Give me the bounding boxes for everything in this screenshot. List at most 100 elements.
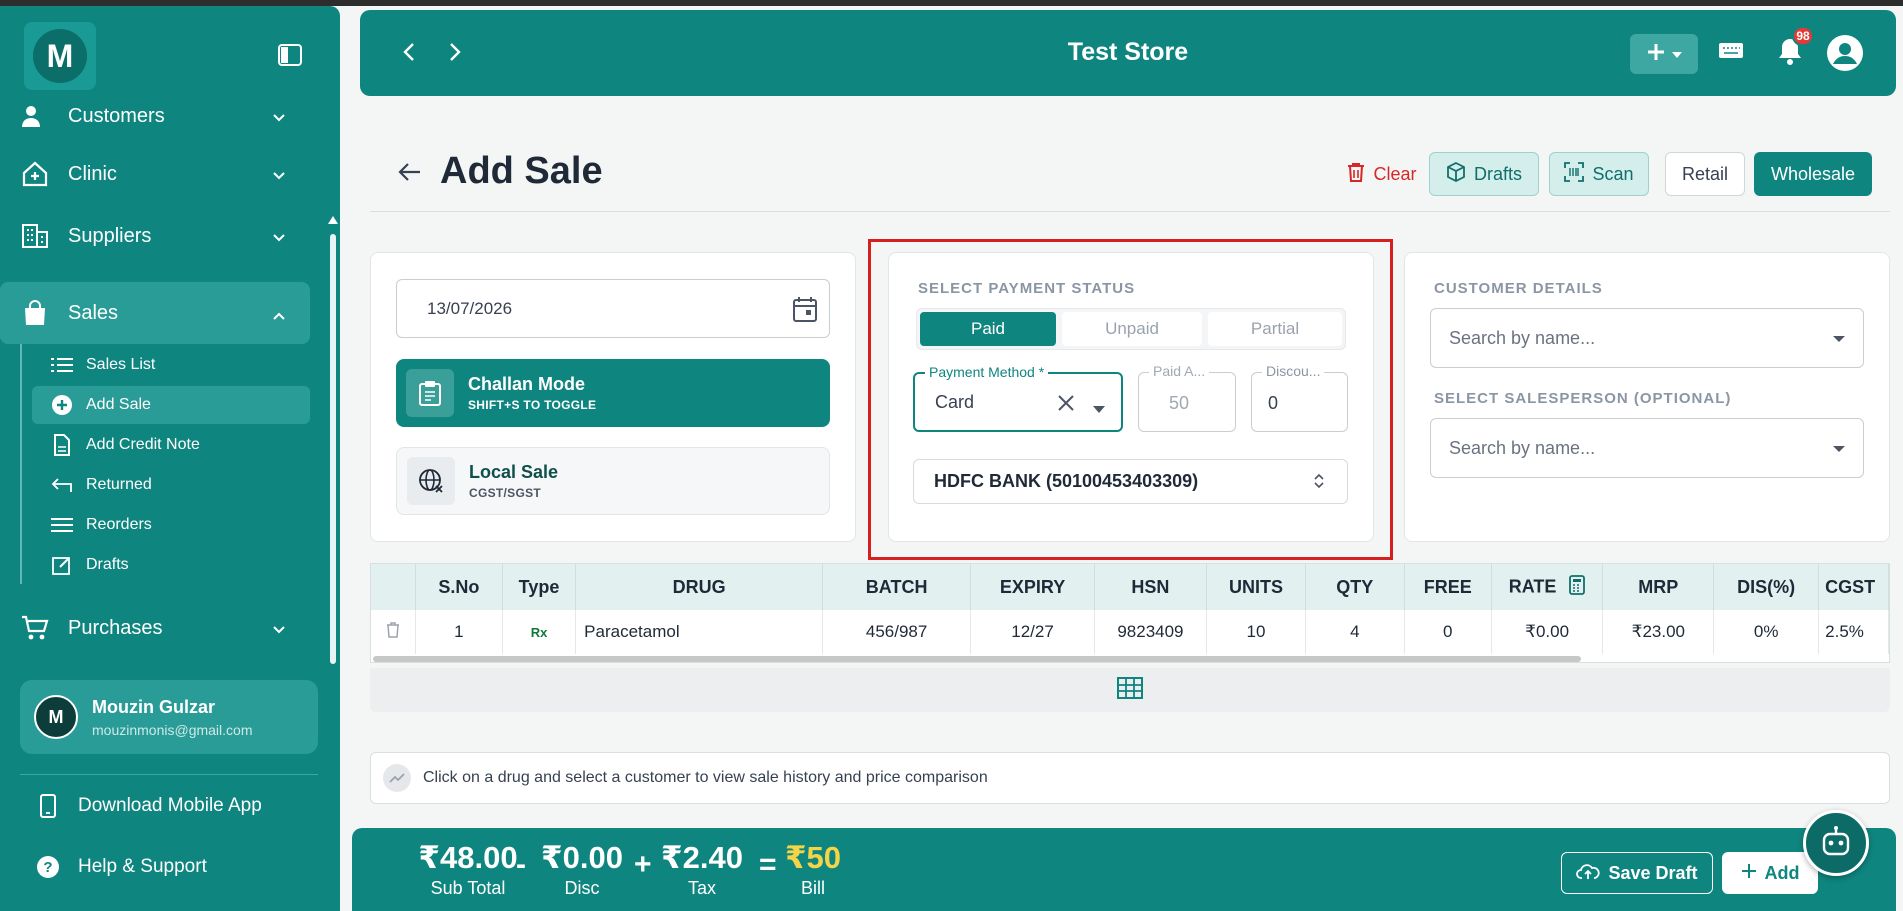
download-app-link[interactable]: Download Mobile App bbox=[36, 791, 262, 821]
cell-mrp[interactable]: ₹23.00 bbox=[1602, 610, 1715, 654]
notification-bell-icon[interactable]: 98 bbox=[1776, 26, 1814, 71]
status-partial-tab[interactable]: Partial bbox=[1208, 312, 1342, 346]
cell-drug[interactable]: Paracetamol bbox=[575, 610, 824, 654]
user-name: Mouzin Gulzar bbox=[92, 696, 215, 717]
logo-letter: M bbox=[33, 29, 87, 83]
save-draft-button[interactable]: Save Draft bbox=[1561, 852, 1713, 894]
cell-expiry[interactable]: 12/27 bbox=[970, 610, 1095, 654]
status-paid-tab[interactable]: Paid bbox=[920, 312, 1056, 346]
caret-down-icon[interactable] bbox=[1093, 400, 1105, 418]
sidebar-sub-returned[interactable]: Returned bbox=[32, 466, 310, 504]
date-value: 13/07/2026 bbox=[427, 298, 513, 318]
scan-button[interactable]: Scan bbox=[1549, 152, 1649, 196]
help-label: Help & Support bbox=[78, 856, 207, 877]
sidebar-scrollbar[interactable] bbox=[330, 234, 336, 664]
sidebar-sub-add-sale[interactable]: Add Sale bbox=[32, 386, 310, 424]
collapse-sidebar-icon[interactable] bbox=[278, 44, 304, 68]
chevron-down-icon bbox=[272, 618, 286, 641]
cell-discount[interactable]: 0% bbox=[1713, 610, 1820, 654]
table-grid-toggle[interactable] bbox=[370, 668, 1890, 712]
payment-method-select[interactable]: Payment Method * Card bbox=[913, 364, 1123, 432]
tax-value: ₹2.40 bbox=[661, 840, 743, 875]
sidebar-sub-reorders[interactable]: Reorders bbox=[32, 506, 310, 544]
cell-type: Rx bbox=[502, 610, 577, 654]
table-row[interactable]: 1 Rx Paracetamol 456/987 12/27 9823409 1… bbox=[371, 610, 1889, 654]
help-support-link[interactable]: ? Help & Support bbox=[36, 852, 207, 882]
equals-operator: = bbox=[759, 848, 777, 881]
column-header: DIS(%) bbox=[1713, 564, 1820, 610]
document-icon bbox=[50, 434, 74, 456]
box-icon bbox=[1446, 161, 1466, 187]
local-sale-toggle[interactable]: Local Sale CGST/SGST bbox=[396, 447, 830, 515]
globe-icon bbox=[407, 457, 455, 505]
user-account-icon[interactable] bbox=[1826, 34, 1864, 77]
plus-icon bbox=[1646, 42, 1666, 67]
assistant-bot-icon[interactable] bbox=[1803, 810, 1869, 876]
cell-qty[interactable]: 4 bbox=[1305, 610, 1405, 654]
sidebar-item-customers[interactable]: Customers bbox=[0, 106, 310, 144]
scroll-up-arrow[interactable] bbox=[328, 216, 338, 224]
challan-mode-toggle[interactable]: Challan Mode SHIFT+S TO TOGGLE bbox=[396, 359, 830, 427]
salesperson-search-select[interactable]: Search by name... bbox=[1430, 418, 1864, 478]
column-header-label: RATE bbox=[1508, 575, 1557, 596]
bill-value: ₹50 bbox=[784, 840, 842, 875]
edit-icon bbox=[50, 555, 74, 575]
clear-button[interactable]: Clear bbox=[1326, 152, 1438, 196]
paid-amount-input[interactable]: Paid A... 50 bbox=[1138, 363, 1236, 432]
clinic-icon bbox=[20, 159, 50, 189]
sidebar-item-suppliers[interactable]: Suppliers bbox=[0, 208, 310, 264]
cell-batch[interactable]: 456/987 bbox=[822, 610, 972, 654]
discount-block: ₹0.00 Disc bbox=[532, 840, 632, 899]
cell-rate[interactable]: ₹0.00 bbox=[1491, 610, 1604, 654]
clear-selection-icon[interactable] bbox=[1057, 394, 1075, 417]
cell-units[interactable]: 10 bbox=[1206, 610, 1306, 654]
user-profile-card[interactable]: M Mouzin Gulzar mouzinmonis@gmail.com bbox=[20, 680, 318, 754]
sidebar-item-label: Sales bbox=[68, 301, 119, 324]
table-header-row: S.No Type DRUG BATCH EXPIRY HSN UNITS QT… bbox=[371, 564, 1889, 610]
sidebar-sub-sales-list[interactable]: Sales List bbox=[32, 346, 310, 384]
sidebar-item-label: Customers bbox=[68, 106, 165, 127]
sidebar-item-label: Suppliers bbox=[68, 224, 152, 247]
status-unpaid-tab[interactable]: Unpaid bbox=[1062, 312, 1202, 346]
clipboard-icon bbox=[406, 369, 454, 417]
sidebar-item-purchases[interactable]: Purchases bbox=[0, 600, 310, 656]
caret-down-icon bbox=[1833, 446, 1845, 452]
svg-text:?: ? bbox=[43, 859, 52, 876]
sidebar-sub-add-credit-note[interactable]: Add Credit Note bbox=[32, 426, 310, 464]
table-horizontal-scrollbar[interactable] bbox=[373, 656, 1581, 662]
cell-hsn[interactable]: 9823409 bbox=[1094, 610, 1207, 654]
discount-input[interactable]: Discou... 0 bbox=[1251, 363, 1348, 432]
sidebar-sub-drafts[interactable]: Drafts bbox=[32, 546, 310, 584]
calculator-icon[interactable] bbox=[1569, 574, 1586, 600]
column-header bbox=[371, 564, 416, 610]
retail-button[interactable]: Retail bbox=[1665, 152, 1745, 196]
payment-method-value: Card bbox=[935, 392, 975, 412]
bill-block: ₹50 Bill bbox=[778, 840, 848, 899]
app-logo[interactable]: M bbox=[24, 22, 96, 90]
column-header: CGST bbox=[1818, 564, 1889, 610]
drafts-button[interactable]: Drafts bbox=[1429, 152, 1539, 196]
tax-block: ₹2.40 Tax bbox=[652, 840, 752, 899]
calendar-icon[interactable] bbox=[793, 296, 817, 327]
totals-bar: ₹48.00 Sub Total - ₹0.00 Disc + ₹2.40 Ta… bbox=[352, 828, 1896, 911]
menu-icon bbox=[50, 517, 74, 533]
sidebar-item-label: Clinic bbox=[68, 162, 117, 185]
sidebar-item-sales[interactable]: Sales bbox=[0, 282, 310, 344]
help-icon: ? bbox=[36, 855, 60, 879]
wholesale-button[interactable]: Wholesale bbox=[1754, 152, 1872, 196]
bank-account-select[interactable]: HDFC BANK (50100453403309) bbox=[913, 459, 1348, 504]
submenu-guide-line bbox=[20, 344, 22, 584]
cell-free[interactable]: 0 bbox=[1404, 610, 1492, 654]
quick-add-button[interactable] bbox=[1630, 34, 1698, 74]
column-header: HSN bbox=[1094, 564, 1207, 610]
keyboard-icon[interactable] bbox=[1718, 40, 1744, 65]
delete-row-cell[interactable] bbox=[371, 610, 416, 654]
customer-search-select[interactable]: Search by name... bbox=[1430, 308, 1864, 368]
mobile-phone-icon bbox=[36, 794, 60, 818]
column-header-rate: RATE bbox=[1491, 564, 1604, 610]
add-button[interactable]: Add bbox=[1722, 852, 1818, 894]
sidebar-item-clinic[interactable]: Clinic bbox=[0, 146, 310, 202]
page-back-arrow-icon[interactable] bbox=[398, 162, 422, 187]
drafts-label: Drafts bbox=[1473, 163, 1522, 184]
sale-date-input[interactable]: 13/07/2026 bbox=[396, 279, 830, 338]
